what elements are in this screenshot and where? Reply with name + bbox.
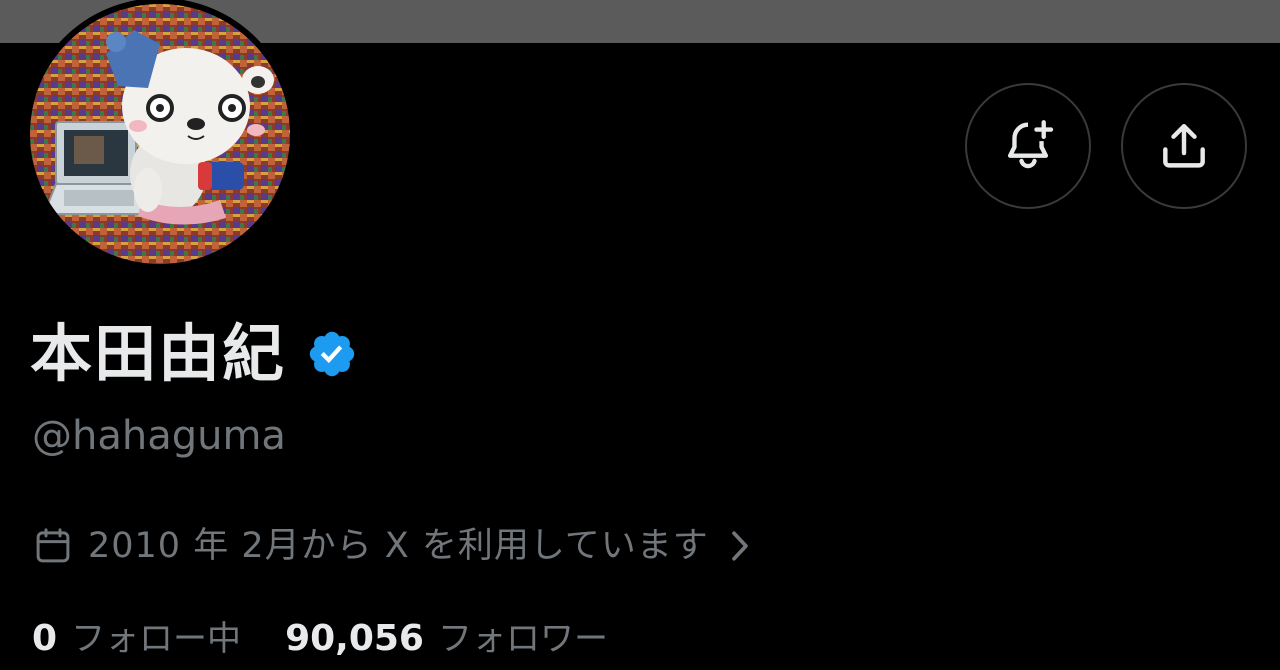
avatar-image bbox=[30, 4, 290, 264]
following-stat[interactable]: 0 フォロー中 bbox=[32, 612, 241, 666]
profile-page: 本田由紀 @hahaguma 2010 年 2月から X を利用しています 0 … bbox=[0, 0, 1280, 670]
followers-count: 90,056 bbox=[285, 618, 424, 659]
display-name: 本田由紀 bbox=[30, 317, 287, 390]
joined-date-row[interactable]: 2010 年 2月から X を利用しています bbox=[32, 520, 751, 572]
followers-stat[interactable]: 90,056 フォロワー bbox=[285, 612, 608, 666]
verified-badge-icon[interactable] bbox=[306, 328, 358, 380]
calendar-icon bbox=[36, 528, 70, 563]
chevron-right-icon bbox=[731, 531, 748, 561]
bell-plus-icon bbox=[1007, 120, 1054, 169]
share-button[interactable] bbox=[1121, 83, 1247, 209]
following-count: 0 bbox=[32, 618, 58, 659]
share-upload-icon bbox=[1163, 123, 1205, 168]
avatar[interactable] bbox=[30, 4, 290, 264]
joined-date-text: 2010 年 2月から X を利用しています bbox=[88, 526, 709, 566]
notify-button[interactable] bbox=[965, 83, 1091, 209]
display-name-row: 本田由紀 bbox=[30, 318, 358, 390]
follow-stats: 0 フォロー中 90,056 フォロワー bbox=[32, 612, 608, 666]
following-label: フォロー中 bbox=[71, 619, 242, 659]
handle: @hahaguma bbox=[32, 413, 286, 459]
followers-label: フォロワー bbox=[437, 619, 608, 659]
